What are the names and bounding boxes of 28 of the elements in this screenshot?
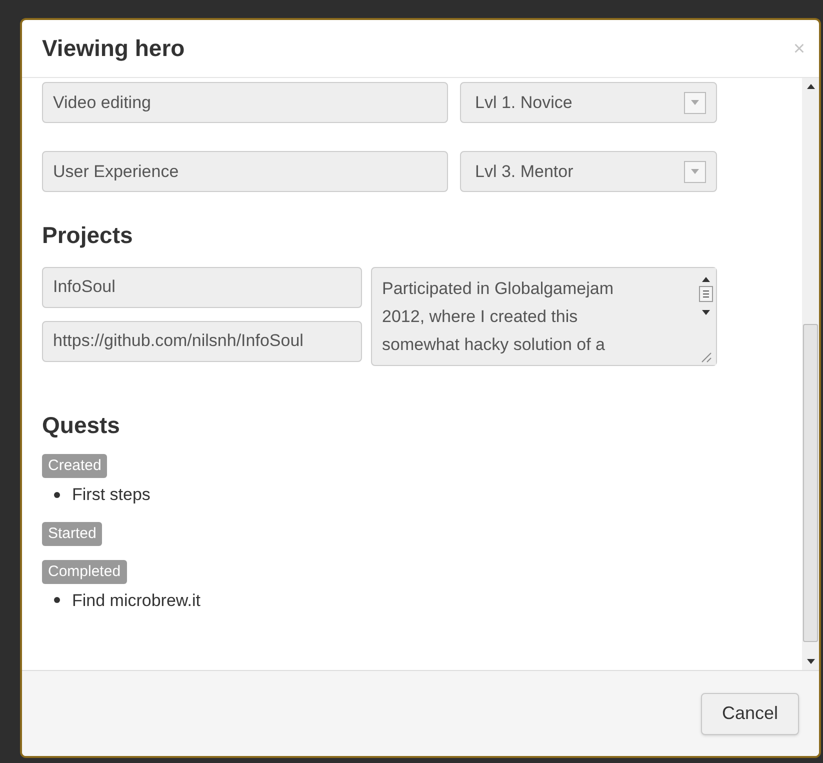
level-select[interactable]: Lvl 1. Novice — [460, 82, 717, 123]
cancel-button[interactable]: Cancel — [700, 692, 799, 734]
project-url-field[interactable]: https://github.com/nilsnh/InfoSoul — [42, 320, 362, 362]
modal-title: Viewing hero — [42, 34, 185, 64]
project-name-field[interactable]: InfoSoul — [42, 266, 362, 308]
scroll-up-icon[interactable] — [702, 276, 710, 282]
quest-item: Find microbrew.it — [72, 590, 200, 612]
resize-grip-icon[interactable] — [700, 350, 712, 362]
skill-name-field[interactable]: Video editing — [42, 82, 448, 123]
section-heading: Quests — [42, 410, 121, 440]
scroll-down-icon[interactable] — [702, 310, 710, 314]
description-textarea[interactable]: Participated in Globalgamejam 2012, where I created this somewhat hacky solution of a — [371, 266, 717, 366]
bullet-icon — [54, 597, 60, 604]
scroll-down-icon[interactable] — [806, 659, 814, 664]
scrollbar[interactable] — [802, 78, 819, 670]
level-select[interactable]: Lvl 3. Mentor — [460, 151, 717, 192]
quest-item: First steps — [72, 484, 150, 506]
skill-name-field[interactable]: User Experience — [42, 151, 448, 192]
section-heading: Projects — [42, 221, 134, 250]
scroll-up-icon[interactable] — [806, 84, 814, 89]
scrollbar-thumb[interactable] — [803, 324, 818, 642]
status-badge: Created — [42, 454, 108, 478]
bullet-icon — [54, 492, 60, 498]
caret-icon — [691, 100, 699, 105]
status-badge: Completed — [42, 560, 127, 584]
caret-icon — [691, 169, 699, 174]
status-badge: Started — [42, 522, 102, 546]
scrollbar-thumb[interactable] — [699, 286, 713, 302]
